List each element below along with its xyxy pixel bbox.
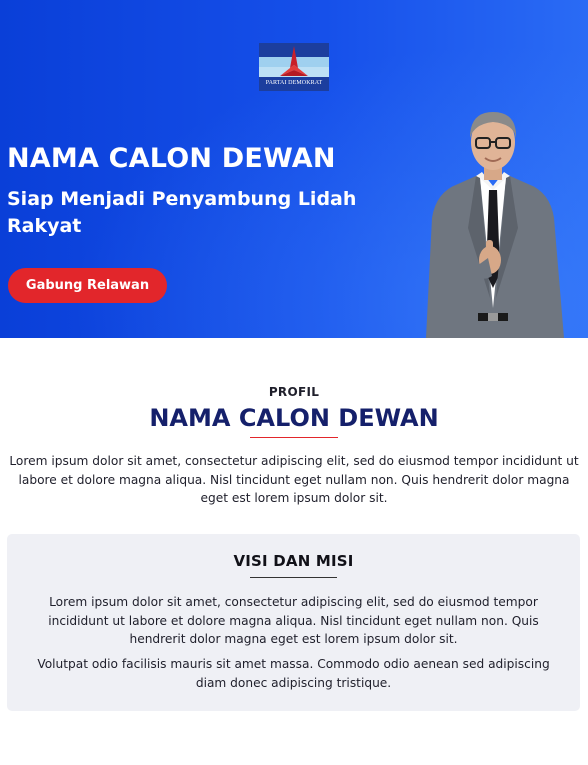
- profile-text: Lorem ipsum dolor sit amet, consectetur …: [9, 454, 579, 505]
- vision-mission-card: VISI DAN MISI Lorem ipsum dolor sit amet…: [7, 534, 580, 711]
- hero-section: PARTAI DEMOKRAT NAMA CALON DEWAN Siap Me…: [0, 0, 588, 338]
- vision-title: VISI DAN MISI: [233, 552, 354, 570]
- vision-divider: [250, 577, 337, 578]
- join-volunteer-button[interactable]: Gabung Relawan: [8, 268, 167, 303]
- candidate-photo: [426, 112, 564, 338]
- profile-divider: [250, 437, 338, 438]
- profile-name: NAMA CALON DEWAN: [149, 404, 439, 432]
- party-logo: PARTAI DEMOKRAT: [259, 43, 329, 91]
- hero-subtitle: Siap Menjadi Penyambung Lidah Rakyat: [7, 188, 357, 237]
- mercedes-star-icon: [280, 46, 308, 76]
- hero-title: NAMA CALON DEWAN: [7, 143, 336, 174]
- vision-paragraph-2: Volutpat odio facilisis mauris sit amet …: [37, 657, 550, 690]
- vision-paragraph-1: Lorem ipsum dolor sit amet, consectetur …: [48, 595, 539, 646]
- profile-label: PROFIL: [268, 385, 320, 399]
- logo-text: PARTAI DEMOKRAT: [265, 80, 323, 86]
